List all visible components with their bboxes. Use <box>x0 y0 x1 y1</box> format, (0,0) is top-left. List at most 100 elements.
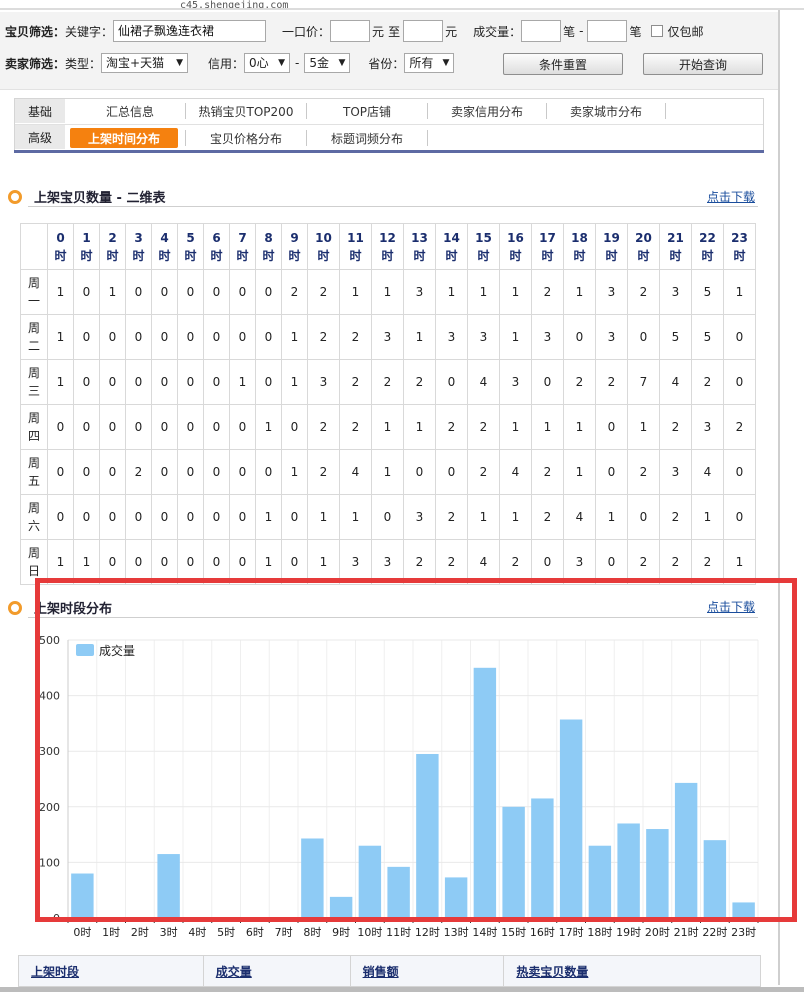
y-tick-label: 400 <box>39 690 60 703</box>
hour-header: 6时 <box>203 223 230 270</box>
table-cell: 0 <box>99 314 126 360</box>
province-select[interactable]: 所有 ▼ <box>404 53 455 73</box>
y-tick-label: 0 <box>53 912 60 925</box>
table-cell: 1 <box>281 449 308 495</box>
table-cell: 2 <box>403 359 436 405</box>
table-cell: 1 <box>307 539 340 585</box>
table-cell: 0 <box>255 449 282 495</box>
table-cell: 0 <box>73 269 100 315</box>
table-cell: 0 <box>229 314 256 360</box>
circle-bullet-icon <box>8 600 22 615</box>
table-cell: 0 <box>255 359 282 405</box>
chevron-down-icon: ▼ <box>278 58 286 68</box>
table-cell: 2 <box>627 449 660 495</box>
table-cell: 5 <box>691 314 724 360</box>
hour-header: 5时 <box>177 223 204 270</box>
bar <box>588 845 612 918</box>
table-cell: 1 <box>435 269 468 315</box>
table-cell: 4 <box>691 449 724 495</box>
table-cell: 0 <box>47 494 74 540</box>
x-tick-label: 5时 <box>217 926 235 939</box>
table-cell: 1 <box>467 494 500 540</box>
price-max-input[interactable] <box>403 20 444 42</box>
table-cell: 0 <box>203 539 230 585</box>
credit-min-select[interactable]: 0心 ▼ <box>244 53 291 73</box>
price-unit-2: 元 <box>445 24 458 39</box>
table-cell: 0 <box>563 314 596 360</box>
table-cell: 0 <box>403 449 436 495</box>
table-cell: 1 <box>255 404 282 450</box>
table-cell: 2 <box>435 494 468 540</box>
table-cell: 2 <box>339 359 372 405</box>
type-select[interactable]: 淘宝+天猫 ▼ <box>101 53 189 73</box>
section-heading-grid: 上架宝贝数量 - 二维表 <box>8 187 165 206</box>
table-cell: 4 <box>659 359 692 405</box>
price-min-input[interactable] <box>330 20 371 42</box>
tab-title-words[interactable]: 标题词频分布 <box>307 128 427 148</box>
col-sales-volume[interactable]: 成交量 <box>204 956 351 986</box>
col-listing-period[interactable]: 上架时段 <box>19 956 204 986</box>
sales-max-input[interactable] <box>587 20 628 42</box>
keyword-input[interactable]: 仙裙子飘逸连衣裙 <box>113 20 267 42</box>
tab-summary[interactable]: 汇总信息 <box>75 101 185 121</box>
table-cell: 2 <box>499 539 532 585</box>
table-cell: 3 <box>691 404 724 450</box>
bar <box>301 838 324 918</box>
table-cell: 7 <box>627 359 660 405</box>
table-cell: 1 <box>281 314 308 360</box>
x-tick-label: 0时 <box>73 926 91 939</box>
section-rule <box>28 617 758 618</box>
table-cell: 0 <box>255 269 282 315</box>
tab-listing-time[interactable]: 上架时间分布 <box>70 128 178 148</box>
table-cell: 2 <box>691 359 724 405</box>
hour-header: 19 时 <box>595 223 628 270</box>
table-cell: 1 <box>47 359 74 405</box>
sales-min-input[interactable] <box>521 20 562 42</box>
search-button[interactable]: 开始查询 <box>643 53 763 75</box>
download-link[interactable]: 点击下载 <box>707 598 755 615</box>
table-cell: 3 <box>339 539 372 585</box>
table-cell: 2 <box>531 449 564 495</box>
table-cell: 0 <box>723 449 756 495</box>
table-cell: 2 <box>125 449 152 495</box>
hour-header: 13 时 <box>403 223 436 270</box>
download-link[interactable]: 点击下载 <box>707 188 755 205</box>
table-cell: 1 <box>255 539 282 585</box>
x-tick-label: 11时 <box>386 926 411 939</box>
col-hot-items[interactable]: 热卖宝贝数量 <box>504 956 760 986</box>
tab-seller-city[interactable]: 卖家城市分布 <box>547 101 665 121</box>
table-cell: 2 <box>531 269 564 315</box>
col-sales-amount[interactable]: 销售额 <box>351 956 505 986</box>
tab-top-shops[interactable]: TOP店铺 <box>307 101 427 121</box>
table-row: 周四000000001022112211101232 <box>20 404 756 450</box>
tab-top200[interactable]: 热销宝贝TOP200 <box>186 101 306 121</box>
hour-header: 11 时 <box>339 223 372 270</box>
table-cell: 0 <box>73 314 100 360</box>
table-cell: 0 <box>203 404 230 450</box>
tab-price-distribution[interactable]: 宝贝价格分布 <box>186 128 306 148</box>
free-shipping-checkbox[interactable] <box>651 25 664 37</box>
hour-header: 20 时 <box>627 223 660 270</box>
credit-max-select[interactable]: 5金 ▼ <box>304 53 351 73</box>
x-tick-label: 13时 <box>444 926 469 939</box>
x-tick-label: 4时 <box>188 926 206 939</box>
table-cell: 0 <box>281 404 308 450</box>
reset-button[interactable]: 条件重置 <box>503 53 623 75</box>
hour-header: 22 时 <box>691 223 724 270</box>
table-cell: 1 <box>47 269 74 315</box>
day-label: 周六 <box>20 494 48 540</box>
filter-panel: 宝贝筛选： 关键字： 仙裙子飘逸连衣裙 一口价： 元 至 元 成交量： 笔 - … <box>0 12 778 90</box>
filter-row-sellers: 卖家筛选： 类型： 淘宝+天猫 ▼ 信用： 0心 ▼ - 5金 ▼ 省份： 所有… <box>5 53 455 73</box>
table-cell: 1 <box>281 359 308 405</box>
hour-header: 3时 <box>125 223 152 270</box>
table-cell: 0 <box>99 404 126 450</box>
table-cell: 1 <box>47 314 74 360</box>
bar <box>329 896 353 918</box>
table-cell: 2 <box>307 314 340 360</box>
x-tick-label: 14时 <box>472 926 497 939</box>
y-tick-label: 200 <box>39 801 60 814</box>
bar <box>416 753 439 918</box>
table-cell: 3 <box>307 359 340 405</box>
tab-seller-credit[interactable]: 卖家信用分布 <box>428 101 546 121</box>
table-cell: 4 <box>467 359 500 405</box>
